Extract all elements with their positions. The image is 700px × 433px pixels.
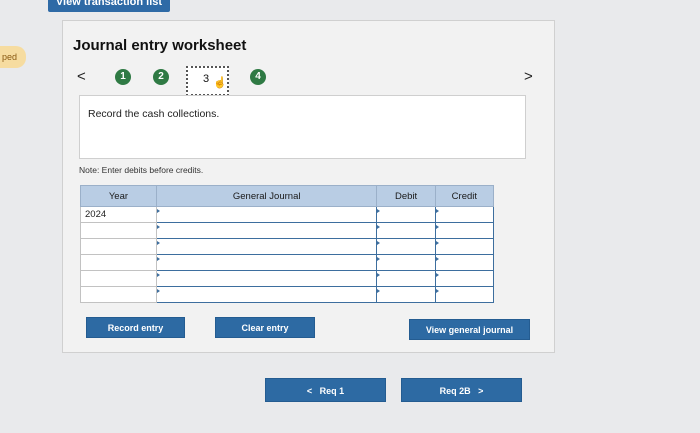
year-cell [80, 254, 157, 271]
table-row [80, 286, 495, 303]
credit-input[interactable] [434, 286, 495, 303]
year-cell [80, 286, 157, 303]
debit-input[interactable] [376, 206, 436, 223]
table-row [80, 222, 495, 239]
debit-input[interactable] [376, 254, 436, 271]
step-4[interactable]: 4 [250, 69, 266, 85]
account-input[interactable] [155, 286, 378, 303]
column-header-credit: Credit [434, 185, 495, 207]
step-3-label: 3 [203, 73, 210, 85]
page-title: Journal entry worksheet [73, 37, 247, 54]
step-1[interactable]: 1 [115, 69, 131, 85]
credit-input[interactable] [434, 270, 495, 287]
clear-entry-button[interactable]: Clear entry [215, 317, 315, 338]
req-1-label: Req 1 [319, 386, 345, 396]
view-transaction-list-button[interactable]: View transaction list [48, 0, 170, 12]
table-row [80, 270, 495, 287]
credit-input[interactable] [434, 222, 495, 239]
account-input[interactable] [155, 270, 378, 287]
hand-pointer-icon: ☝ [213, 77, 227, 89]
table-row [80, 254, 495, 271]
debit-input[interactable] [376, 238, 436, 255]
debit-input[interactable] [376, 270, 436, 287]
step-3-active[interactable]: 3 ☝ [186, 66, 229, 96]
table-row: 2024 [80, 206, 495, 223]
side-tab[interactable]: ped [0, 46, 26, 68]
journal-entry-panel: Journal entry worksheet < 1 2 3 ☝ 4 > Re… [62, 20, 555, 353]
chevron-right-icon: > [478, 386, 484, 396]
account-input[interactable] [155, 254, 378, 271]
year-cell [80, 270, 157, 287]
note-text: Note: Enter debits before credits. [79, 165, 204, 175]
instruction-text: Record the cash collections. [88, 108, 220, 120]
debit-input[interactable] [376, 222, 436, 239]
credit-input[interactable] [434, 206, 495, 223]
view-general-journal-button[interactable]: View general journal [409, 319, 530, 340]
account-input[interactable] [155, 222, 378, 239]
instruction-box: Record the cash collections. [79, 95, 526, 159]
account-input[interactable] [155, 206, 378, 223]
next-step-icon[interactable]: > [524, 68, 533, 85]
table-row [80, 238, 495, 255]
prev-step-icon[interactable]: < [77, 68, 86, 85]
record-entry-button[interactable]: Record entry [86, 317, 185, 338]
column-header-general-journal: General Journal [155, 185, 378, 207]
year-cell: 2024 [80, 206, 157, 223]
account-input[interactable] [155, 238, 378, 255]
req-1-button[interactable]: < Req 1 [265, 378, 386, 402]
credit-input[interactable] [434, 254, 495, 271]
chevron-left-icon: < [306, 386, 313, 396]
year-cell [80, 222, 157, 239]
debit-input[interactable] [376, 286, 436, 303]
column-header-year: Year [80, 185, 157, 207]
journal-table: Year General Journal Debit Credit 2024 [80, 185, 495, 303]
step-2[interactable]: 2 [153, 69, 169, 85]
req-2b-label: Req 2B [439, 386, 471, 396]
credit-input[interactable] [434, 238, 495, 255]
column-header-debit: Debit [376, 185, 436, 207]
req-2b-button[interactable]: Req 2B > [401, 378, 522, 402]
year-cell [80, 238, 157, 255]
